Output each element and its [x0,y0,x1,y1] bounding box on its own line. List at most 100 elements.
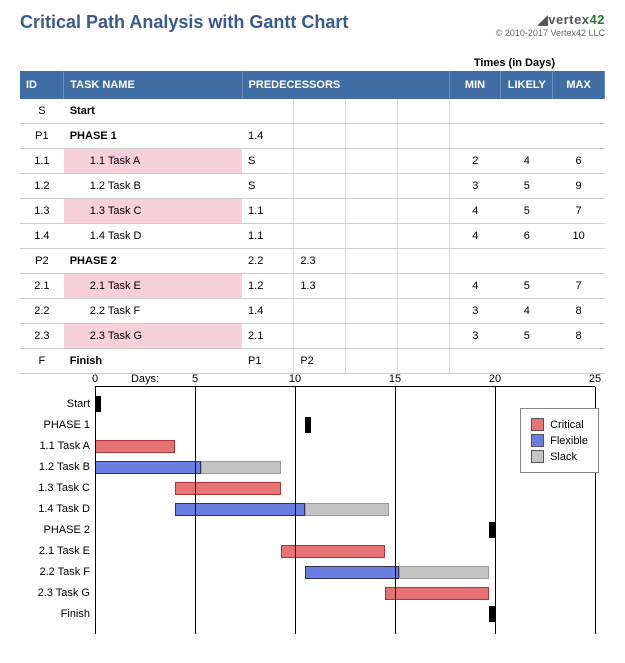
cell-name[interactable]: Finish [64,349,242,374]
cell-pred[interactable]: 2.3 [294,249,346,274]
cell-id[interactable]: 2.1 [20,274,64,299]
cell-max[interactable]: 9 [553,174,605,199]
cell-pred[interactable] [346,224,398,249]
cell-pred[interactable] [346,274,398,299]
cell-name[interactable]: 1.4 Task D [64,224,242,249]
cell-pred[interactable] [294,299,346,324]
cell-max[interactable]: 6 [553,149,605,174]
cell-id[interactable]: 2.3 [20,324,64,349]
cell-pred[interactable] [294,224,346,249]
cell-likely[interactable] [501,99,553,124]
cell-pred[interactable] [397,99,449,124]
cell-likely[interactable] [501,124,553,149]
cell-id[interactable]: 1.2 [20,174,64,199]
cell-min[interactable] [449,349,501,374]
table-row[interactable]: 1.21.2 Task BS359 [20,174,605,199]
cell-pred[interactable]: 2.1 [242,324,294,349]
cell-pred[interactable]: 1.3 [294,274,346,299]
cell-id[interactable]: 2.2 [20,299,64,324]
cell-min[interactable]: 3 [449,324,501,349]
table-row[interactable]: SStart [20,99,605,124]
cell-pred[interactable]: 2.2 [242,249,294,274]
cell-pred[interactable] [397,224,449,249]
cell-name[interactable]: Start [64,99,242,124]
cell-pred[interactable] [294,124,346,149]
cell-pred[interactable]: S [242,149,294,174]
cell-id[interactable]: P2 [20,249,64,274]
cell-pred[interactable] [242,99,294,124]
cell-pred[interactable] [397,249,449,274]
cell-min[interactable]: 4 [449,224,501,249]
cell-max[interactable]: 8 [553,299,605,324]
table-row[interactable]: 2.12.1 Task E1.21.3457 [20,274,605,299]
cell-max[interactable]: 7 [553,199,605,224]
cell-pred[interactable] [397,174,449,199]
cell-id[interactable]: P1 [20,124,64,149]
cell-pred[interactable] [346,174,398,199]
cell-pred[interactable] [346,299,398,324]
cell-name[interactable]: 2.2 Task F [64,299,242,324]
cell-likely[interactable]: 5 [501,324,553,349]
cell-pred[interactable] [397,324,449,349]
cell-pred[interactable] [397,274,449,299]
cell-max[interactable]: 8 [553,324,605,349]
cell-id[interactable]: 1.4 [20,224,64,249]
cell-pred[interactable]: 1.1 [242,199,294,224]
cell-min[interactable]: 4 [449,274,501,299]
cell-name[interactable]: 1.3 Task C [64,199,242,224]
cell-likely[interactable]: 4 [501,149,553,174]
cell-min[interactable]: 4 [449,199,501,224]
cell-pred[interactable] [294,99,346,124]
table-row[interactable]: P1PHASE 11.4 [20,124,605,149]
cell-name[interactable]: PHASE 2 [64,249,242,274]
cell-pred[interactable] [346,99,398,124]
cell-pred[interactable]: P2 [294,349,346,374]
cell-max[interactable] [553,124,605,149]
cell-id[interactable]: F [20,349,64,374]
cell-id[interactable]: 1.3 [20,199,64,224]
cell-pred[interactable] [294,199,346,224]
cell-min[interactable]: 2 [449,149,501,174]
cell-min[interactable] [449,249,501,274]
cell-max[interactable] [553,349,605,374]
cell-pred[interactable]: 1.2 [242,274,294,299]
cell-likely[interactable]: 5 [501,199,553,224]
cell-id[interactable]: 1.1 [20,149,64,174]
cell-name[interactable]: 1.1 Task A [64,149,242,174]
cell-id[interactable]: S [20,99,64,124]
table-row[interactable]: P2PHASE 22.22.3 [20,249,605,274]
cell-pred[interactable] [294,324,346,349]
cell-pred[interactable] [346,324,398,349]
cell-pred[interactable]: S [242,174,294,199]
cell-pred[interactable] [294,174,346,199]
table-row[interactable]: 2.22.2 Task F1.4 348 [20,299,605,324]
cell-pred[interactable]: 1.4 [242,299,294,324]
cell-pred[interactable] [397,124,449,149]
cell-pred[interactable] [397,149,449,174]
cell-likely[interactable] [501,249,553,274]
cell-pred[interactable] [346,249,398,274]
cell-pred[interactable] [346,124,398,149]
cell-max[interactable] [553,99,605,124]
cell-max[interactable]: 10 [553,224,605,249]
table-row[interactable]: 1.31.3 Task C1.1 457 [20,199,605,224]
cell-pred[interactable] [397,299,449,324]
cell-pred[interactable] [397,199,449,224]
cell-max[interactable]: 7 [553,274,605,299]
cell-min[interactable] [449,99,501,124]
cell-min[interactable]: 3 [449,174,501,199]
cell-pred[interactable] [346,149,398,174]
cell-name[interactable]: PHASE 1 [64,124,242,149]
table-row[interactable]: 1.11.1 Task AS 246 [20,149,605,174]
table-row[interactable]: FFinishP1P2 [20,349,605,374]
cell-pred[interactable] [346,199,398,224]
cell-likely[interactable]: 4 [501,299,553,324]
cell-pred[interactable] [294,149,346,174]
cell-min[interactable]: 3 [449,299,501,324]
cell-likely[interactable]: 6 [501,224,553,249]
cell-likely[interactable]: 5 [501,174,553,199]
cell-pred[interactable]: 1.4 [242,124,294,149]
cell-pred[interactable]: P1 [242,349,294,374]
cell-min[interactable] [449,124,501,149]
table-row[interactable]: 1.41.4 Task D1.14610 [20,224,605,249]
